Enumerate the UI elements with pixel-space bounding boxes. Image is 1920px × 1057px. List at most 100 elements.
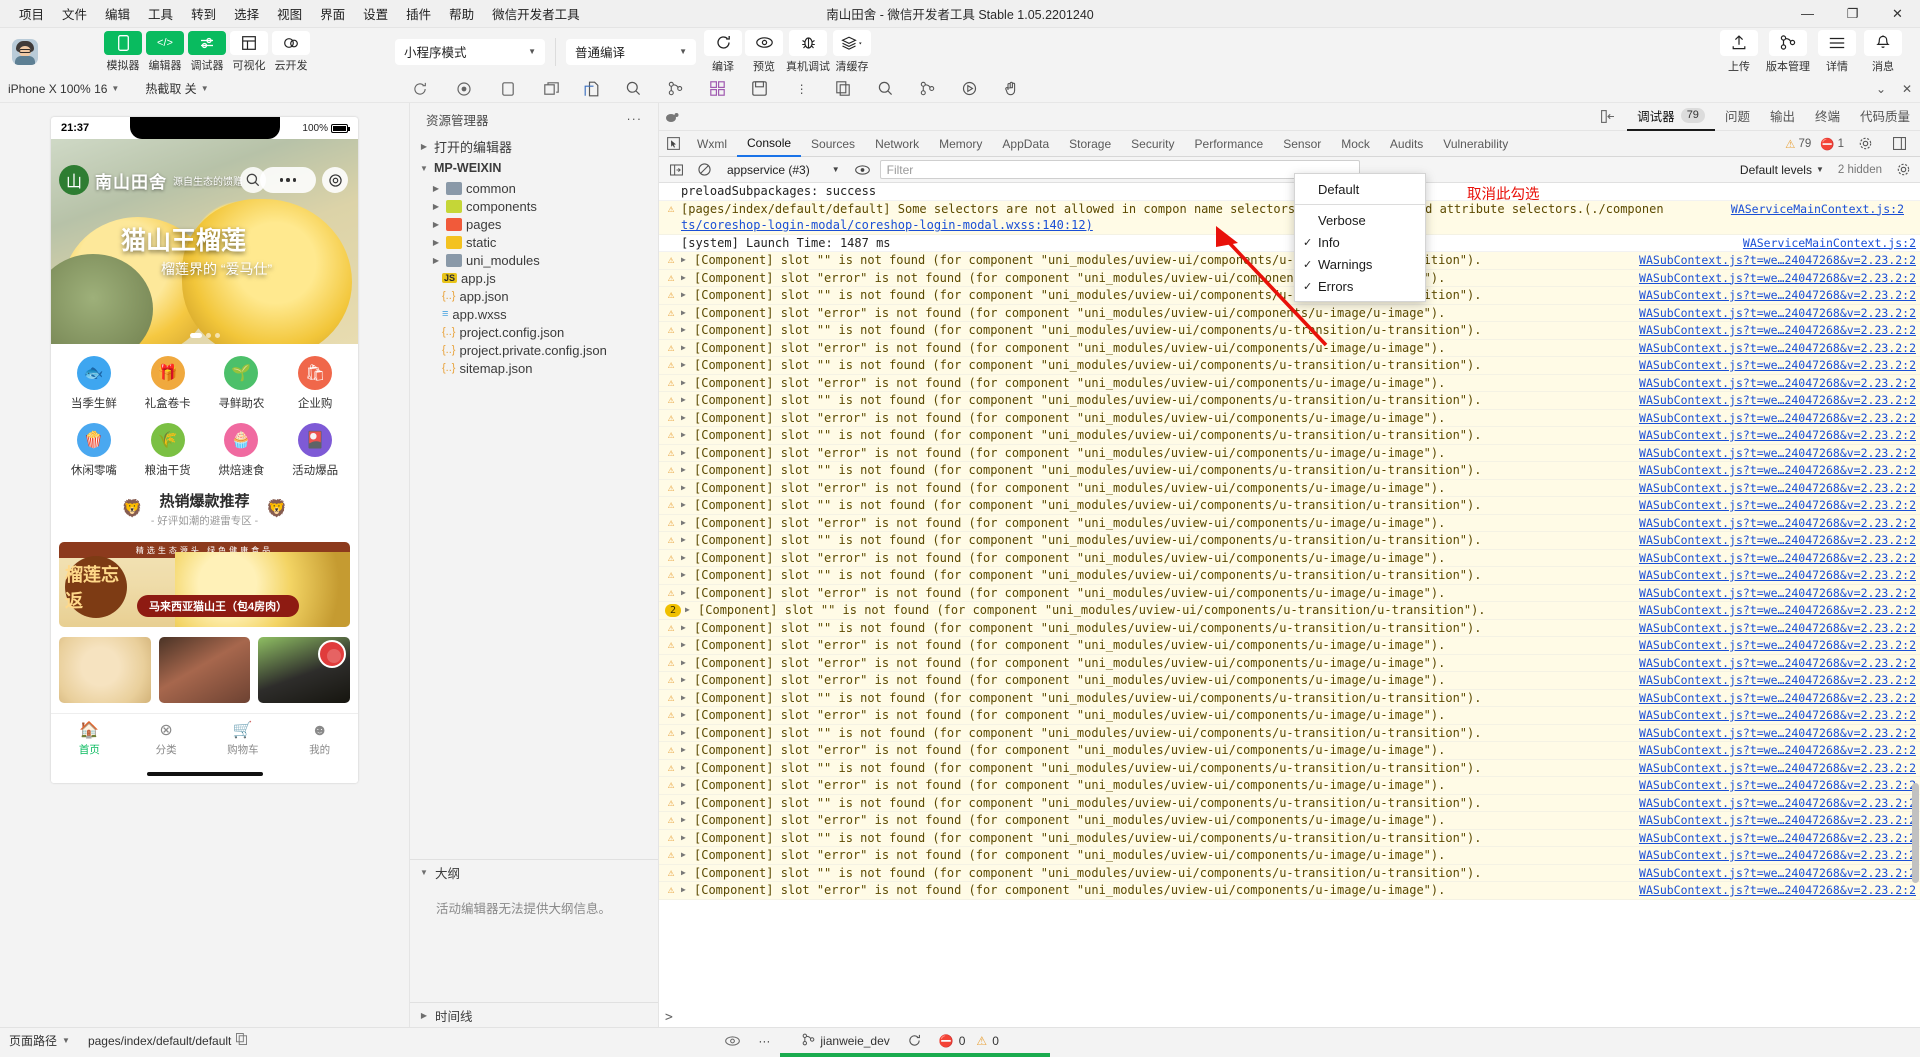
- inner-tab-memory[interactable]: Memory: [929, 131, 992, 157]
- expand-triangle-icon[interactable]: ▶: [681, 847, 690, 864]
- menu-item-settings[interactable]: 设置: [354, 1, 397, 26]
- close-panel-icon[interactable]: ✕: [1894, 76, 1920, 102]
- log-source-link[interactable]: WASubContext.js?t=we…24047268&v=2.23.2:2: [1631, 777, 1916, 794]
- tab-problems[interactable]: 问题: [1715, 103, 1760, 131]
- expand-triangle-icon[interactable]: ▶: [681, 252, 690, 269]
- console-log-row[interactable]: ⚠ ▶ [Component] slot "" is not found (for …: [659, 759, 1920, 777]
- expand-triangle-icon[interactable]: ▶: [681, 620, 690, 637]
- expand-triangle-icon[interactable]: ▶: [681, 725, 690, 742]
- expand-triangle-icon[interactable]: ▶: [681, 550, 690, 567]
- expand-triangle-icon[interactable]: ▶: [681, 497, 690, 514]
- tab-code-quality[interactable]: 代码质量: [1850, 103, 1920, 131]
- minimize-button[interactable]: —: [1785, 0, 1830, 28]
- console-log-row[interactable]: ⚠ ▶ [Component] slot "" is not found (for …: [659, 829, 1920, 847]
- expand-triangle-icon[interactable]: ▶: [681, 655, 690, 672]
- console-log-row[interactable]: ⚠ ▶ [Component] slot "" is not found (for …: [659, 619, 1920, 637]
- log-source-link[interactable]: WASubContext.js?t=we…24047268&v=2.23.2:2: [1631, 392, 1916, 409]
- menu-item-view[interactable]: 视图: [268, 1, 311, 26]
- hot-capture-select[interactable]: 热截取 关 ▼: [137, 75, 216, 103]
- console-log-row[interactable]: ⚠ ▶ [Component] slot "error" is not found …: [659, 269, 1920, 287]
- log-source-link[interactable]: WASubContext.js?t=we…24047268&v=2.23.2:2: [1631, 882, 1916, 899]
- level-menu-item-warnings[interactable]: ✓ Warnings: [1295, 253, 1425, 275]
- maximize-button[interactable]: ❐: [1830, 0, 1875, 28]
- expand-triangle-icon[interactable]: ▶: [681, 567, 690, 584]
- log-source-link[interactable]: WASubContext.js?t=we…24047268&v=2.23.2:2: [1631, 567, 1916, 584]
- settings-gear-icon[interactable]: [1852, 131, 1878, 157]
- log-source-link[interactable]: WAServiceMainContext.js:2: [1723, 201, 1904, 218]
- warning-count-badge[interactable]: ⚠ 79 ⛔ 1: [1785, 137, 1844, 151]
- debug-target-icon[interactable]: [659, 110, 685, 124]
- expand-triangle-icon[interactable]: ▶: [681, 375, 690, 392]
- log-source-link[interactable]: WASubContext.js?t=we…24047268&v=2.23.2:2: [1631, 725, 1916, 742]
- expand-triangle-icon[interactable]: ▶: [681, 672, 690, 689]
- log-source-link[interactable]: WASubContext.js?t=we…24047268&v=2.23.2:2: [1631, 357, 1916, 374]
- debugger-button[interactable]: 调试器: [188, 30, 226, 73]
- collapse-panel-icon[interactable]: [1595, 110, 1621, 123]
- more-icon[interactable]: ⋮: [789, 76, 815, 102]
- category-item[interactable]: 🍿 休闲零嘴: [57, 423, 131, 478]
- console-log-row[interactable]: ⚠ ▶ [Component] slot "" is not found (for …: [659, 427, 1920, 445]
- log-source-link[interactable]: WASubContext.js?t=we…24047268&v=2.23.2:2: [1631, 340, 1916, 357]
- console-log-row[interactable]: ⚠ ▶ [Component] slot "" is not found (for …: [659, 287, 1920, 305]
- log-source-link[interactable]: WASubContext.js?t=we…24047268&v=2.23.2:2: [1631, 462, 1916, 479]
- device-select[interactable]: iPhone X 100% 16 ▼: [0, 75, 127, 103]
- log-level-dropdown-menu[interactable]: Default Verbose ✓ Info ✓ Warnings ✓ Errors: [1294, 173, 1426, 302]
- inner-tab-mock[interactable]: Mock: [1331, 131, 1380, 157]
- details-button[interactable]: 详情: [1818, 29, 1856, 74]
- log-source-link[interactable]: WASubContext.js?t=we…24047268&v=2.23.2:2: [1631, 427, 1916, 444]
- tab-terminal[interactable]: 终端: [1805, 103, 1850, 131]
- level-menu-item-info[interactable]: ✓ Info: [1295, 231, 1425, 253]
- menu-item-help[interactable]: 帮助: [440, 1, 483, 26]
- console-log-row[interactable]: ⚠ ▶ [Component] slot "error" is not found …: [659, 584, 1920, 602]
- console-log-row[interactable]: ⚠ ▶ [Component] slot "" is not found (for …: [659, 322, 1920, 340]
- console-log-row[interactable]: ⚠ ▶ [Component] slot "" is not found (for …: [659, 497, 1920, 515]
- log-source-link[interactable]: WASubContext.js?t=we…24047268&v=2.23.2:2: [1631, 585, 1916, 602]
- log-source-link[interactable]: WASubContext.js?t=we…24047268&v=2.23.2:2: [1631, 532, 1916, 549]
- expand-triangle-icon[interactable]: ▶: [681, 480, 690, 497]
- tree-folder-row[interactable]: ▶ common: [410, 179, 658, 197]
- level-menu-item-default[interactable]: Default: [1295, 178, 1425, 200]
- status-eye-button[interactable]: [716, 1028, 749, 1054]
- source-control-icon[interactable]: [663, 76, 689, 102]
- debug-tool-icon[interactable]: [957, 76, 983, 102]
- expand-triangle-icon[interactable]: ▶: [685, 602, 694, 619]
- expand-triangle-icon[interactable]: ▶: [681, 532, 690, 549]
- mode-select[interactable]: 小程序模式 ▼: [395, 38, 545, 65]
- record-icon[interactable]: [451, 76, 477, 102]
- expand-triangle-icon[interactable]: ▶: [681, 322, 690, 339]
- capsule-close-button[interactable]: [322, 167, 348, 193]
- console-log-row[interactable]: preloadSubpackages: success: [659, 183, 1920, 201]
- inner-tab-vulnerability[interactable]: Vulnerability: [1433, 131, 1518, 157]
- console-log-list[interactable]: preloadSubpackages: success ⚠ [pages/index…: [659, 183, 1920, 1008]
- compile-button[interactable]: 编译: [704, 29, 742, 74]
- problem-counts[interactable]: ⛔ 0 ⚠ 0: [930, 1028, 1008, 1054]
- log-source-link[interactable]: WASubContext.js?t=we…24047268&v=2.23.2:2: [1631, 812, 1916, 829]
- expand-triangle-icon[interactable]: ▶: [681, 515, 690, 532]
- open-editors-row[interactable]: ▶ 打开的编辑器: [410, 135, 658, 157]
- console-log-row[interactable]: ⚠ ▶ [Component] slot "error" is not found …: [659, 654, 1920, 672]
- expand-triangle-icon[interactable]: ▶: [681, 305, 690, 322]
- log-source-link[interactable]: WASubContext.js?t=we…24047268&v=2.23.2:2: [1631, 497, 1916, 514]
- console-log-row[interactable]: ⚠ ▶ [Component] slot "error" is not found …: [659, 882, 1920, 900]
- clear-cache-button[interactable]: 清缓存: [833, 29, 871, 74]
- version-control-button[interactable]: 版本管理: [1766, 29, 1810, 74]
- menu-item-file[interactable]: 文件: [53, 1, 96, 26]
- filter-input[interactable]: Filter: [879, 160, 1360, 179]
- log-source-link[interactable]: WASubContext.js?t=we…24047268&v=2.23.2:2: [1631, 742, 1916, 759]
- inner-tab-storage[interactable]: Storage: [1059, 131, 1121, 157]
- extensions-icon[interactable]: [705, 76, 731, 102]
- category-item[interactable]: 🧁 烘焙速食: [205, 423, 279, 478]
- console-log-row[interactable]: ⚠ ▶ [Component] slot "error" is not found …: [659, 637, 1920, 655]
- tab-cart[interactable]: 🛒 购物车: [205, 714, 282, 765]
- avatar[interactable]: [12, 38, 38, 65]
- expand-triangle-icon[interactable]: ▶: [681, 410, 690, 427]
- inner-tab-security[interactable]: Security: [1121, 131, 1184, 157]
- inner-tab-network[interactable]: Network: [865, 131, 929, 157]
- simulator-button[interactable]: 模拟器: [104, 30, 142, 73]
- upload-button[interactable]: 上传: [1720, 29, 1758, 74]
- tree-folder-row[interactable]: ▶ pages: [410, 215, 658, 233]
- log-source-link[interactable]: WASubContext.js?t=we…24047268&v=2.23.2:2: [1631, 252, 1916, 269]
- compile-select[interactable]: 普通编译 ▼: [566, 38, 696, 65]
- log-source-link[interactable]: WASubContext.js?t=we…24047268&v=2.23.2:2: [1631, 672, 1916, 689]
- menu-item-edit[interactable]: 编辑: [96, 1, 139, 26]
